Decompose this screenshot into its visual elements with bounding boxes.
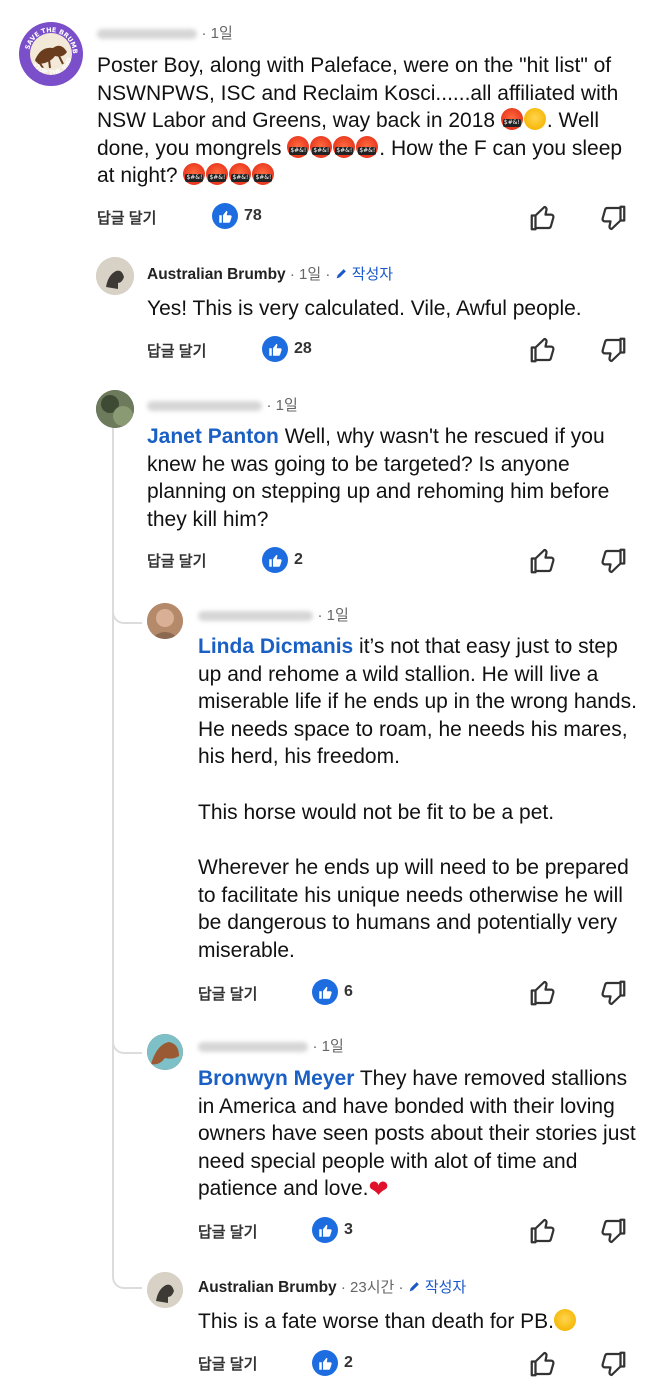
like-count: 6 bbox=[344, 983, 353, 1000]
like-count-badge[interactable]: 2 bbox=[312, 1350, 353, 1376]
angry-swearing-emoji-icon bbox=[206, 163, 229, 185]
comment-header: · 1일 bbox=[198, 1035, 344, 1056]
angry-swearing-emoji-icon bbox=[229, 163, 252, 185]
comment-time: 1일 bbox=[210, 25, 233, 42]
avatar[interactable] bbox=[147, 1034, 183, 1070]
blurred-author-name[interactable] bbox=[147, 400, 262, 411]
comment-header: Australian Brumby · 23시간 · 작성자 bbox=[198, 1279, 467, 1296]
thumbs-down-icon[interactable] bbox=[598, 203, 628, 233]
like-count-badge[interactable]: 6 bbox=[312, 979, 353, 1005]
like-count-badge[interactable]: 78 bbox=[212, 203, 262, 229]
angry-swearing-emoji-icon bbox=[356, 135, 379, 158]
thumbs-down-icon[interactable] bbox=[598, 978, 628, 1008]
angry-swearing-emoji-icon bbox=[500, 108, 523, 130]
author-name[interactable]: Australian Brumby bbox=[198, 1279, 337, 1296]
comment-text: This is a fate worse than death for PB. bbox=[198, 1308, 638, 1336]
thumbs-up-icon[interactable] bbox=[528, 546, 558, 576]
comment-time: 23시간 bbox=[350, 1279, 395, 1296]
like-badge-icon bbox=[312, 1350, 338, 1376]
like-badge-icon bbox=[212, 203, 238, 229]
like-count-badge[interactable]: 3 bbox=[312, 1217, 353, 1243]
like-badge-icon bbox=[312, 1217, 338, 1243]
sleepy-face-emoji-icon bbox=[523, 108, 546, 130]
comment-header: · 1일 bbox=[97, 22, 233, 43]
mention-link[interactable]: Bronwyn Meyer bbox=[198, 1067, 354, 1090]
like-count: 2 bbox=[294, 551, 303, 568]
author-badge: 작성자 bbox=[351, 266, 394, 283]
reply-button[interactable]: 답글 달기 bbox=[147, 340, 206, 361]
author-badge: 작성자 bbox=[424, 1279, 467, 1296]
blurred-author-name[interactable] bbox=[198, 610, 313, 621]
comment-text: Janet Panton Well, why wasn't he rescued… bbox=[147, 423, 637, 533]
angry-swearing-emoji-icon bbox=[287, 135, 310, 158]
thread-line-level1 bbox=[112, 425, 114, 1275]
pen-icon bbox=[409, 1282, 419, 1292]
thumbs-up-icon[interactable] bbox=[528, 978, 558, 1008]
thumbs-down-icon[interactable] bbox=[598, 546, 628, 576]
mention-link[interactable]: Linda Dicmanis bbox=[198, 635, 353, 658]
angry-swearing-emoji-icon bbox=[333, 135, 356, 158]
comment-header: · 1일 bbox=[147, 394, 298, 415]
comment-time: 1일 bbox=[326, 607, 349, 624]
avatar[interactable] bbox=[96, 390, 134, 428]
thumbs-down-icon[interactable] bbox=[598, 1349, 628, 1379]
thread-elbow bbox=[112, 600, 142, 624]
like-badge-icon bbox=[312, 979, 338, 1005]
thumbs-down-icon[interactable] bbox=[598, 1216, 628, 1246]
comment-header: · 1일 bbox=[198, 604, 349, 625]
pen-icon bbox=[336, 269, 346, 279]
like-count-badge[interactable]: 2 bbox=[262, 547, 303, 573]
avatar-save-the-brumbies[interactable]: SAVE THE BRUMBIES STOP THE SHOOTING bbox=[19, 22, 83, 86]
thumbs-up-icon[interactable] bbox=[528, 335, 558, 365]
thumbs-up-icon[interactable] bbox=[528, 1349, 558, 1379]
avatar[interactable] bbox=[147, 1272, 183, 1308]
pensive-face-emoji-icon bbox=[554, 1309, 577, 1331]
like-badge-icon bbox=[262, 547, 288, 573]
comment-text-part: This is a fate worse than death for PB. bbox=[198, 1310, 555, 1333]
avatar[interactable] bbox=[147, 603, 183, 639]
like-count: 28 bbox=[294, 340, 312, 357]
comment-time: 1일 bbox=[321, 1038, 344, 1055]
like-count-badge[interactable]: 28 bbox=[262, 336, 312, 362]
angry-swearing-emoji-icon bbox=[183, 163, 206, 185]
reply-button[interactable]: 답글 달기 bbox=[97, 207, 156, 228]
comment-time: 1일 bbox=[275, 397, 298, 414]
red-heart-icon: ❤ bbox=[368, 1176, 389, 1203]
angry-swearing-emoji-icon bbox=[310, 135, 333, 158]
like-badge-icon bbox=[262, 336, 288, 362]
reply-button[interactable]: 답글 달기 bbox=[198, 1221, 257, 1242]
blurred-author-name[interactable] bbox=[198, 1041, 308, 1052]
like-count: 2 bbox=[344, 1354, 353, 1371]
comment-text: Wherever he ends up will need to be prep… bbox=[198, 856, 629, 962]
comment-text: Linda Dicmanis it’s not that easy just t… bbox=[198, 633, 638, 771]
reply-button[interactable]: 답글 달기 bbox=[198, 1353, 257, 1374]
comment-text: Poster Boy, along with Paleface, were on… bbox=[97, 52, 637, 190]
thumbs-up-icon[interactable] bbox=[528, 203, 558, 233]
comment-time: 1일 bbox=[299, 266, 322, 283]
thumbs-up-icon[interactable] bbox=[528, 1216, 558, 1246]
angry-swearing-emoji-icon bbox=[252, 163, 275, 185]
reply-button[interactable]: 답글 달기 bbox=[198, 983, 257, 1004]
brumbies-logo-icon: SAVE THE BRUMBIES STOP THE SHOOTING bbox=[19, 22, 82, 85]
comment-header: Australian Brumby · 1일 · 작성자 bbox=[147, 266, 394, 283]
like-count: 3 bbox=[344, 1221, 353, 1238]
thumbs-down-icon[interactable] bbox=[598, 335, 628, 365]
reply-button[interactable]: 답글 달기 bbox=[147, 550, 206, 571]
like-count: 78 bbox=[244, 207, 262, 224]
thread-elbow bbox=[112, 1030, 142, 1054]
comment-text: Bronwyn Meyer They have removed stallion… bbox=[198, 1065, 638, 1204]
comment-text: This horse would not be fit to be a pet. bbox=[198, 801, 555, 824]
comment-text: Yes! This is very calculated. Vile, Awfu… bbox=[147, 297, 582, 320]
avatar[interactable] bbox=[96, 257, 134, 295]
thread-elbow bbox=[112, 1265, 142, 1289]
author-name[interactable]: Australian Brumby bbox=[147, 266, 286, 283]
mention-link[interactable]: Janet Panton bbox=[147, 425, 279, 448]
blurred-author-name[interactable] bbox=[97, 28, 197, 39]
